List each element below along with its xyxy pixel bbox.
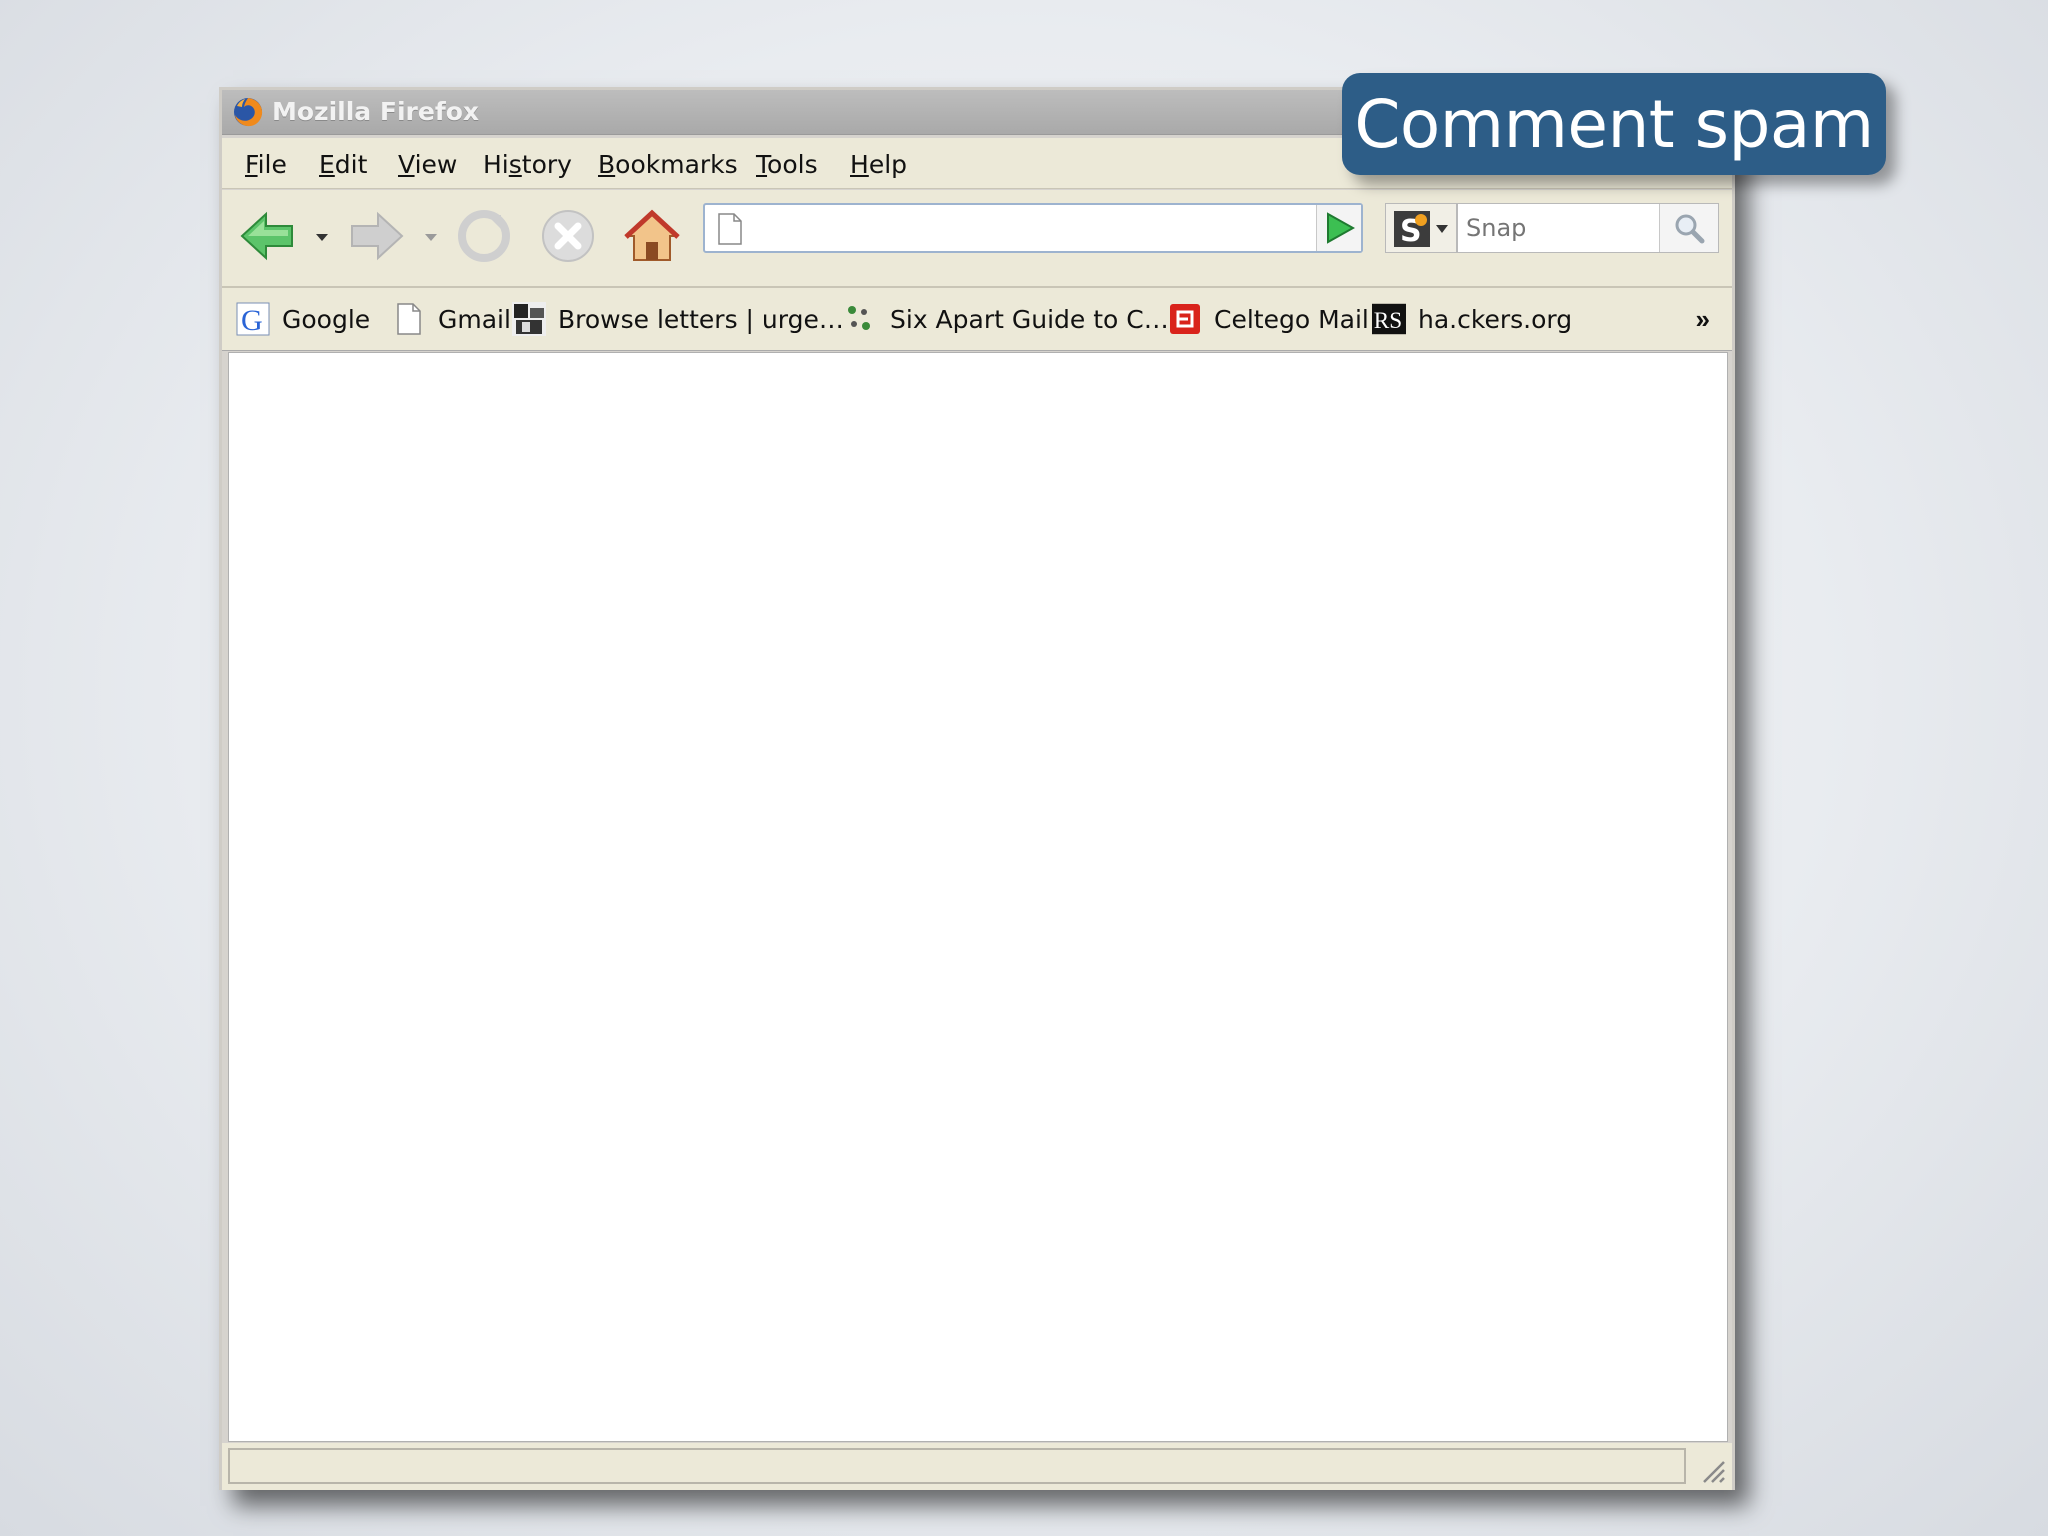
bookmark-hackers-org[interactable]: RS ha.ckers.org xyxy=(1372,301,1572,337)
menu-help[interactable]: Help xyxy=(850,150,907,179)
stop-button[interactable] xyxy=(538,206,598,266)
menu-edit[interactable]: Edit xyxy=(319,150,367,179)
forward-history-dropdown[interactable] xyxy=(425,234,437,241)
dots-icon xyxy=(844,302,878,336)
resize-grip-icon[interactable] xyxy=(1698,1456,1726,1484)
back-history-dropdown[interactable] xyxy=(316,234,328,241)
reload-button[interactable] xyxy=(454,206,514,266)
magnifier-icon xyxy=(1675,214,1705,244)
bookmark-label: Browse letters | urge… xyxy=(558,304,844,334)
search-engine-selector[interactable]: S xyxy=(1385,203,1457,253)
home-button[interactable] xyxy=(622,206,682,266)
search-button[interactable] xyxy=(1659,204,1718,252)
status-text-panel xyxy=(228,1448,1686,1484)
bookmarks-toolbar: G Google Gmail Browse letters | urge… Si… xyxy=(222,288,1732,351)
red-mail-icon xyxy=(1168,302,1202,336)
stop-icon xyxy=(542,210,594,262)
svg-text:G: G xyxy=(241,304,263,336)
blank-page-icon xyxy=(392,302,426,336)
bookmark-celtego-mail[interactable]: Celtego Mail xyxy=(1168,301,1369,337)
bookmark-label: Celtego Mail xyxy=(1214,304,1369,334)
bookmark-browse-letters[interactable]: Browse letters | urge… xyxy=(512,301,844,337)
bookmarks-overflow-chevron[interactable]: » xyxy=(1696,304,1710,335)
page-content-area[interactable] xyxy=(228,352,1728,1442)
menu-tools[interactable]: Tools xyxy=(756,150,818,179)
bookmark-google[interactable]: G Google xyxy=(236,301,370,337)
bookmark-label: Google xyxy=(282,304,371,334)
url-input[interactable] xyxy=(765,213,1279,245)
chevron-down-icon xyxy=(1436,225,1448,233)
bookmark-six-apart[interactable]: Six Apart Guide to C… xyxy=(844,301,1169,337)
browser-window: Mozilla Firefox File Edit View History B… xyxy=(219,87,1735,1490)
back-button[interactable] xyxy=(238,206,298,266)
rs-icon: RS xyxy=(1372,302,1406,336)
search-box[interactable] xyxy=(1457,203,1719,253)
reload-icon xyxy=(458,210,510,262)
forward-arrow-icon xyxy=(351,211,404,261)
go-arrow-icon xyxy=(1327,212,1355,244)
forward-button[interactable] xyxy=(346,206,406,266)
svg-text:RS: RS xyxy=(1374,308,1402,334)
back-arrow-icon xyxy=(240,211,293,261)
bookmark-gmail[interactable]: Gmail xyxy=(392,301,511,337)
snap-logo-icon: S xyxy=(1394,211,1430,247)
home-icon xyxy=(624,209,680,261)
page-icon xyxy=(718,213,742,245)
url-bar[interactable] xyxy=(703,203,1363,253)
search-input[interactable] xyxy=(1458,204,1668,252)
google-g-icon: G xyxy=(236,302,270,336)
slide-caption-badge: Comment spam xyxy=(1342,73,1886,175)
menu-history[interactable]: History xyxy=(483,150,572,179)
firefox-logo-icon xyxy=(234,98,263,127)
thumbnail-icon xyxy=(512,302,546,336)
window-title: Mozilla Firefox xyxy=(272,97,479,126)
status-bar xyxy=(222,1443,1732,1490)
bookmark-label: Gmail xyxy=(438,304,511,334)
go-button[interactable] xyxy=(1314,203,1366,253)
menu-view[interactable]: View xyxy=(398,150,457,179)
bookmark-label: ha.ckers.org xyxy=(1418,304,1573,334)
menu-bookmarks[interactable]: Bookmarks xyxy=(598,150,738,179)
bookmark-label: Six Apart Guide to C… xyxy=(890,304,1169,334)
menu-file[interactable]: File xyxy=(245,150,287,179)
